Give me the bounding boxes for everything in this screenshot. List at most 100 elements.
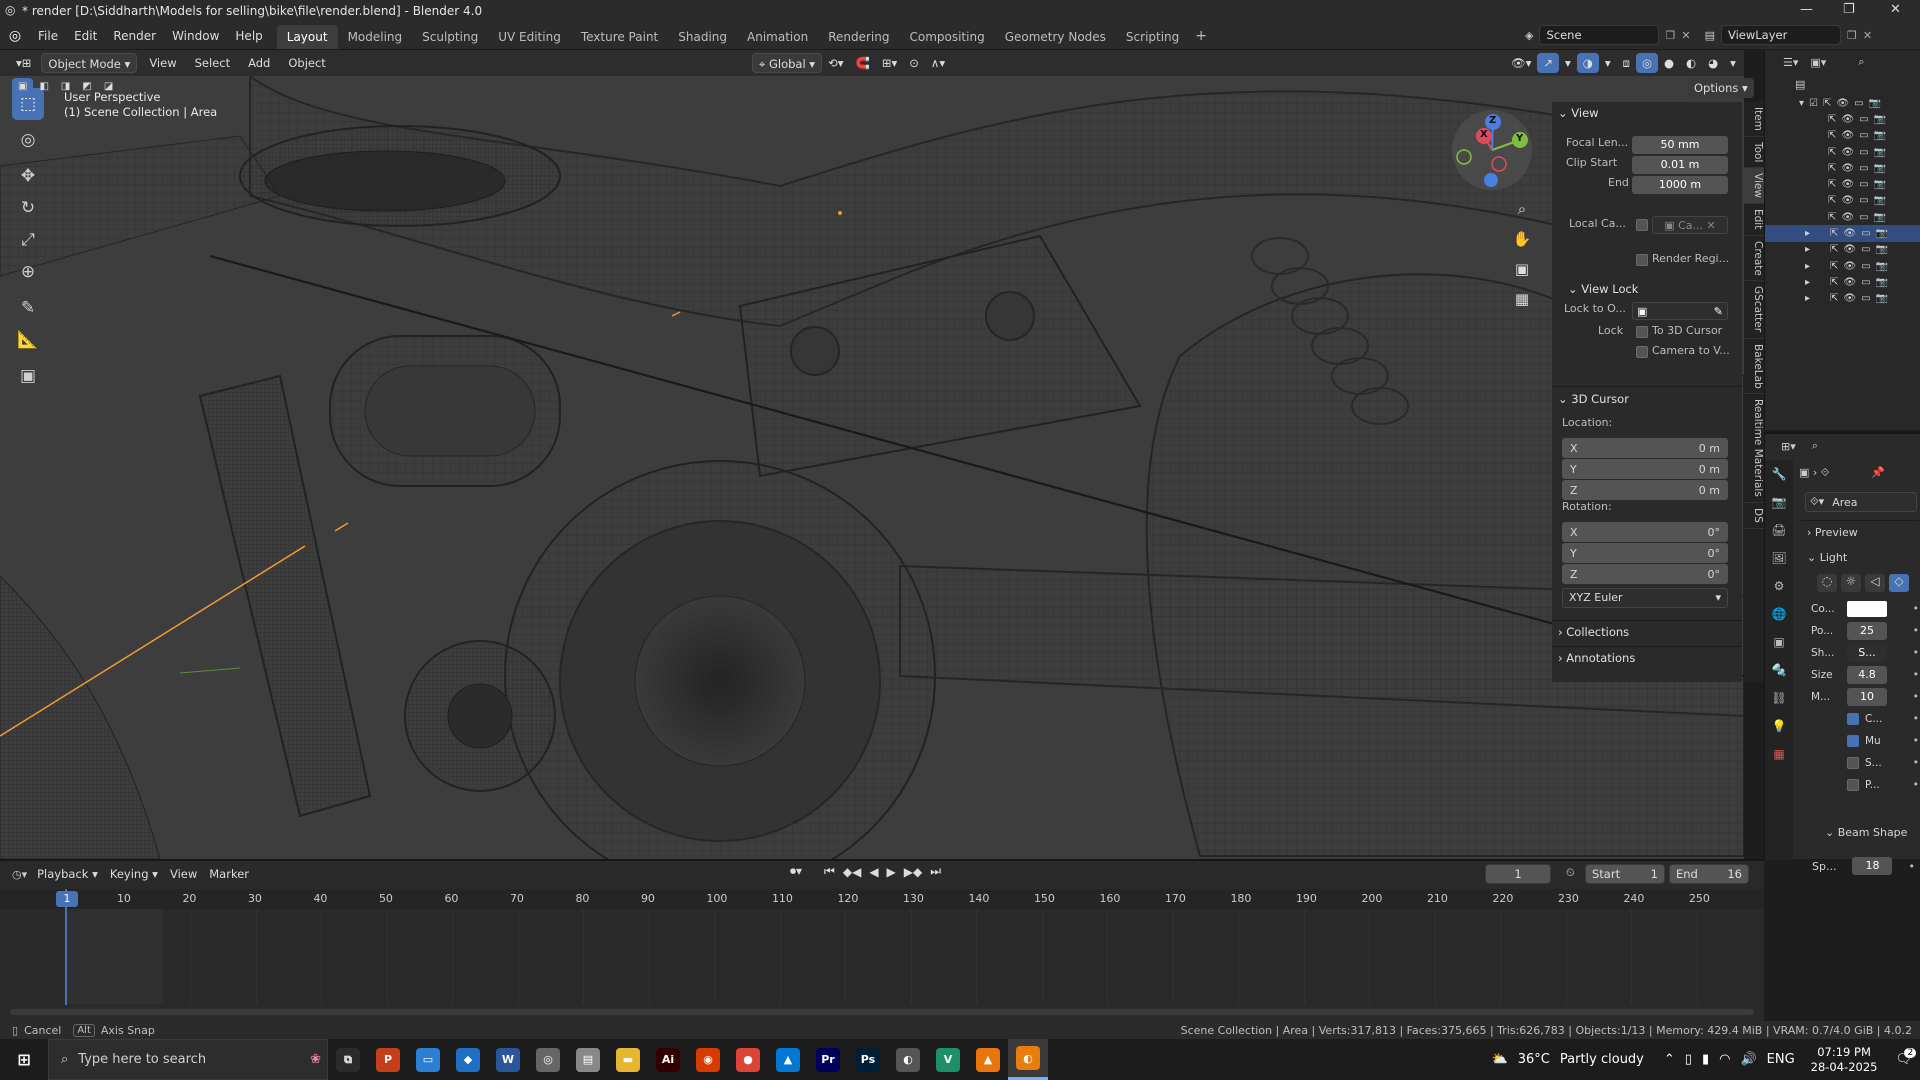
outliner-row[interactable]: ▾ ☑ ⇱ 👁 ▭ 📷 xyxy=(1765,95,1920,111)
viewport-toggle-icon[interactable]: ▭ xyxy=(1854,98,1863,109)
wireframe-shading-icon[interactable]: ◎ xyxy=(1635,53,1658,73)
gizmo-dropdown-icon[interactable]: ▾ xyxy=(1559,53,1577,73)
select-extend-icon[interactable]: ◧ xyxy=(33,78,54,96)
zoom-icon[interactable]: ⌕ xyxy=(1510,194,1534,224)
tab-layout[interactable]: Layout xyxy=(276,25,338,49)
prop-field[interactable]: 25 xyxy=(1847,622,1887,640)
select-toggle-icon[interactable]: ⇱ xyxy=(1828,114,1836,125)
material-shading-icon[interactable]: ◐ xyxy=(1680,53,1702,73)
eye-icon[interactable]: 👁 xyxy=(1841,179,1854,190)
eye-icon[interactable]: 👁 xyxy=(1843,293,1856,304)
weather-icon[interactable]: ⛅ xyxy=(1492,1052,1508,1067)
options-dropdown[interactable]: Options ▾ xyxy=(1688,78,1754,98)
weather-desc[interactable]: Partly cloudy xyxy=(1560,1052,1644,1067)
render-props-icon[interactable]: 📷 xyxy=(1765,488,1793,516)
tab-compositing[interactable]: Compositing xyxy=(899,25,994,49)
local-camera-checkbox[interactable] xyxy=(1636,219,1648,231)
light-section[interactable]: ⌄ Light xyxy=(1801,546,1919,570)
rotate-tool[interactable]: ↻ xyxy=(12,192,44,224)
spread-keyframe-dot[interactable]: • xyxy=(1908,860,1915,873)
timeline-ruler[interactable]: 10 20 30 40 50 60 70 80 90 100 110 120 130 140 150 160 1… xyxy=(0,889,1764,1004)
outliner-row[interactable]: ▸ ⇱ 👁 ▭ 📷 xyxy=(1765,291,1920,307)
eye-icon[interactable]: 👁 xyxy=(1843,228,1856,239)
timeline-menu-keying[interactable]: Keying ▾ xyxy=(104,864,164,884)
cursor-location-z-field[interactable]: Z 0 m xyxy=(1562,480,1728,500)
render-toggle-icon[interactable]: 📷 xyxy=(1874,147,1886,158)
select-toggle-icon[interactable]: ⇱ xyxy=(1830,261,1838,272)
sidebar-tab-ds[interactable]: DS xyxy=(1744,503,1764,529)
select-toggle-icon[interactable]: ⇱ xyxy=(1823,98,1831,109)
outliner-row[interactable]: ⇱ 👁 ▭ 📷 xyxy=(1765,193,1920,209)
scale-tool[interactable]: ⤢ xyxy=(12,224,44,256)
keyframe-dot[interactable]: • xyxy=(1913,757,1919,769)
jump-prev-key-icon[interactable]: ◆◀ xyxy=(843,865,861,879)
sidebar-tab-item[interactable]: Item xyxy=(1744,102,1764,137)
light-name-field[interactable]: Area xyxy=(1832,496,1857,509)
outliner-row[interactable]: ▸ ⇱ 👁 ▭ 📷 xyxy=(1765,274,1920,290)
viewport-toggle-icon[interactable]: ▭ xyxy=(1859,163,1868,174)
tab-animation[interactable]: Animation xyxy=(737,25,818,49)
prop-field[interactable]: 10 xyxy=(1847,688,1887,706)
outliner-row[interactable]: ⇱ 👁 ▭ 📷 xyxy=(1765,144,1920,160)
tab-modeling[interactable]: Modeling xyxy=(338,25,413,49)
keyframe-dot[interactable]: • xyxy=(1913,669,1919,681)
taskbar-file-explorer[interactable]: ▬ xyxy=(608,1039,648,1080)
select-toggle-icon[interactable]: ⇱ xyxy=(1828,195,1836,206)
select-toggle-icon[interactable]: ⇱ xyxy=(1828,147,1836,158)
taskbar-task-view[interactable]: ⧉ xyxy=(328,1039,368,1080)
tab-shading[interactable]: Shading xyxy=(668,25,737,49)
overlay-dropdown-icon[interactable]: ▾ xyxy=(1599,53,1617,73)
viewlayer-icon[interactable]: ▤ xyxy=(1705,29,1715,42)
move-tool[interactable]: ✥ xyxy=(12,160,44,192)
local-camera-field[interactable]: ▣ Ca... ✕ xyxy=(1652,216,1728,234)
world-props-icon[interactable]: 🌐 xyxy=(1765,600,1793,628)
cursor-location-y-field[interactable]: Y 0 m xyxy=(1562,459,1728,479)
modifier-props-icon[interactable]: 🔩 xyxy=(1765,656,1793,684)
render-toggle-icon[interactable]: 📷 xyxy=(1876,228,1888,239)
exclude-checkbox-icon[interactable]: ☑ xyxy=(1809,98,1818,109)
weather-temp[interactable]: 36°C xyxy=(1518,1052,1550,1067)
keyframe-dot[interactable]: • xyxy=(1913,625,1919,637)
tool-props-icon[interactable]: 🔧 xyxy=(1765,460,1793,488)
scene-name-field[interactable]: Scene xyxy=(1539,25,1660,45)
delete-scene-icon[interactable]: ✕ xyxy=(1681,29,1690,42)
cursor-tool[interactable]: ◎ xyxy=(12,124,44,156)
render-toggle-icon[interactable]: 📷 xyxy=(1874,163,1886,174)
render-toggle-icon[interactable]: 📷 xyxy=(1874,130,1886,141)
viewport-toggle-icon[interactable]: ▭ xyxy=(1861,261,1870,272)
outliner-row[interactable]: ⇱ 👁 ▭ 📷 xyxy=(1765,209,1920,225)
expand-icon[interactable]: ▸ xyxy=(1805,293,1810,304)
prop-checkbox[interactable] xyxy=(1847,757,1859,769)
rotation-mode-dropdown[interactable]: XYZ Euler ▾ xyxy=(1562,588,1728,608)
minimize-button[interactable]: — xyxy=(1800,2,1813,17)
eye-icon[interactable]: 👁 xyxy=(1843,261,1856,272)
lock-cursor-checkbox[interactable] xyxy=(1636,326,1648,338)
tray-device-icon[interactable]: ▯ xyxy=(1685,1052,1692,1067)
eye-icon[interactable]: 👁 xyxy=(1841,130,1854,141)
cursor-location-x-field[interactable]: X 0 m xyxy=(1562,438,1728,458)
select-toggle-icon[interactable]: ⇱ xyxy=(1828,130,1836,141)
viewport-toggle-icon[interactable]: ▭ xyxy=(1859,130,1868,141)
area-light-icon[interactable]: ◇ xyxy=(1889,574,1909,592)
expand-icon[interactable]: ▸ xyxy=(1805,228,1810,239)
viewport-toggle-icon[interactable]: ▭ xyxy=(1859,212,1868,223)
select-intersect-icon[interactable]: ◪ xyxy=(98,78,119,96)
view-lock-header[interactable]: ⌄ View Lock xyxy=(1562,278,1638,300)
object-props-icon[interactable]: ▣ xyxy=(1765,628,1793,656)
render-toggle-icon[interactable]: 📷 xyxy=(1876,293,1888,304)
taskbar-vlc[interactable]: ▲ xyxy=(968,1039,1008,1080)
tab-sculpting[interactable]: Sculpting xyxy=(412,25,488,49)
volume-icon[interactable]: 🔊 xyxy=(1740,1052,1756,1067)
viewport-menu-select[interactable]: Select xyxy=(189,53,236,73)
lock-to-object-field[interactable]: ▣ ✎ xyxy=(1632,302,1728,320)
render-toggle-icon[interactable]: 📷 xyxy=(1874,114,1886,125)
select-toggle-icon[interactable]: ⇱ xyxy=(1830,277,1838,288)
select-invert-icon[interactable]: ◩ xyxy=(76,78,97,96)
add-cube-tool[interactable]: ▣ xyxy=(12,360,44,392)
maximize-button[interactable]: ❐ xyxy=(1843,2,1855,17)
clock[interactable]: 07:19 PM 28-04-2025 xyxy=(1811,1045,1878,1075)
spread-field[interactable]: 18 xyxy=(1852,857,1893,875)
eye-icon[interactable]: 👁 xyxy=(1836,98,1849,109)
current-frame-field[interactable]: 1 xyxy=(1485,864,1551,884)
point-light-icon[interactable]: ◌ xyxy=(1817,574,1837,592)
